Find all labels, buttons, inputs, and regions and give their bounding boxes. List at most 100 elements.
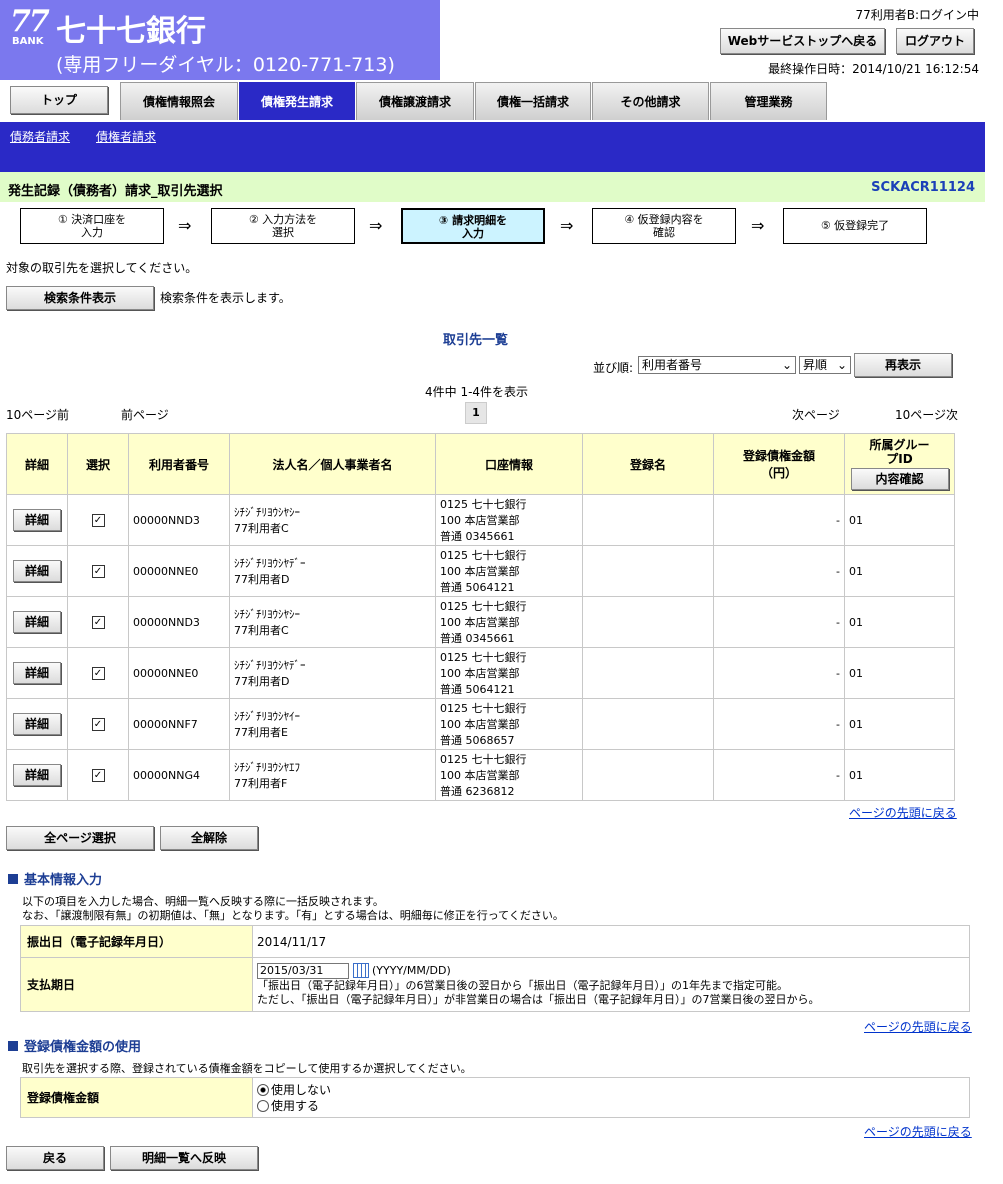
col-user-number: 利用者番号 [128, 433, 230, 495]
tab-claim-issue[interactable]: 債権発生請求 [239, 82, 355, 120]
radio-use[interactable]: 使用する [257, 1098, 965, 1114]
table-row: 詳細 ✓ 00000NND3 ｼﾁｼﾞﾁﾘﾖｳｼﾔｼｰ 77利用者C 0125 七… [6, 494, 955, 546]
detail-button[interactable]: 詳細 [13, 764, 61, 786]
due-date-label: 支払期日 [20, 957, 253, 1012]
tab-admin[interactable]: 管理業務 [710, 82, 827, 120]
step-arrow: ⇒ [751, 216, 765, 235]
detail-button[interactable]: 詳細 [13, 560, 61, 582]
col-select: 選択 [67, 433, 129, 495]
basic-info-form: 振出日（電子記録年月日） 2014/11/17 支払期日 2015/03/31 … [20, 925, 970, 1012]
tab-claim-bulk[interactable]: 債権一括請求 [475, 82, 591, 120]
clear-all-button[interactable]: 全解除 [160, 826, 258, 850]
web-service-top-button[interactable]: Webサービストップへ戻る [720, 28, 885, 54]
due-date-note-1: 「振出日（電子記録年月日）」の6営業日後の翌日から「振出日（電子記録年月日）」の… [257, 978, 788, 992]
table-row: 詳細 ✓ 00000NNF7 ｼﾁｼﾞﾁﾘﾖｳｼﾔｲｰ 77利用者E 0125 七… [6, 698, 955, 750]
col-group-id: 所属グループID 内容確認 [844, 433, 955, 495]
calendar-icon[interactable] [352, 963, 369, 978]
user-number: 00000NNF7 [128, 698, 230, 750]
registered-name [582, 494, 714, 546]
tab-claim-transfer[interactable]: 債権譲渡請求 [356, 82, 474, 120]
col-registered-amount: 登録債権金額（円） [713, 433, 845, 495]
logout-button[interactable]: ログアウト [896, 28, 974, 54]
search-description: 検索条件を表示します。 [160, 291, 291, 305]
detail-button[interactable]: 詳細 [13, 662, 61, 684]
list-title: 取引先一覧 [443, 333, 509, 348]
amount-use-heading: 登録債権金額の使用 [8, 1036, 141, 1055]
pager-next: 次ページ [792, 408, 840, 422]
company-kana: ｼﾁｼﾞﾁﾘﾖｳｼﾔﾃﾞｰ [234, 557, 306, 570]
chevron-down-icon: ⌄ [781, 358, 792, 372]
redisplay-button[interactable]: 再表示 [854, 353, 952, 377]
login-status: 77利用者B:ログイン中 [855, 8, 979, 22]
company-kana: ｼﾁｼﾞﾁﾘﾖｳｼﾔｼｰ [234, 608, 300, 621]
registered-name [582, 647, 714, 699]
sort-field-select[interactable]: 利用者番号 ⌄ [638, 356, 796, 374]
page-top-link[interactable]: ページの先頭に戻る [864, 1123, 972, 1140]
user-number: 00000NNE0 [128, 545, 230, 597]
group-id: 01 [844, 596, 955, 648]
sort-order-select[interactable]: 昇順 ⌄ [799, 356, 851, 374]
select-checkbox[interactable]: ✓ [91, 667, 105, 680]
detail-button[interactable]: 詳細 [13, 611, 61, 633]
company-name: 77利用者C [234, 522, 289, 535]
group-id: 01 [844, 545, 955, 597]
registered-name [582, 698, 714, 750]
step-1: ① 決済口座を 入力 [20, 208, 164, 244]
registered-amount: - [713, 698, 845, 750]
select-checkbox[interactable]: ✓ [91, 718, 105, 731]
group-confirm-button[interactable]: 内容確認 [850, 468, 949, 490]
page-top-link[interactable]: ページの先頭に戻る [864, 1018, 972, 1035]
company-kana: ｼﾁｼﾞﾁﾘﾖｳｼﾔｴﾌ [234, 761, 300, 774]
detail-button[interactable]: 詳細 [13, 713, 61, 735]
user-number: 00000NNE0 [128, 647, 230, 699]
select-checkbox[interactable]: ✓ [91, 565, 105, 578]
tab-top[interactable]: トップ [10, 86, 108, 114]
pager-next10: 10ページ次 [895, 408, 959, 422]
instruction-text: 対象の取引先を選択してください。 [6, 261, 198, 275]
basic-info-heading: 基本情報入力 [8, 869, 102, 888]
section-marker-icon [8, 874, 18, 884]
page-top-link[interactable]: ページの先頭に戻る [849, 804, 957, 821]
result-count: 4件中 1-4件を表示 [425, 385, 529, 399]
select-checkbox[interactable]: ✓ [91, 769, 105, 782]
pager-prev: 前ページ [121, 408, 169, 422]
select-checkbox[interactable]: ✓ [91, 616, 105, 629]
company-name: 77利用者E [234, 726, 288, 739]
logo-bank-text: BANK [12, 36, 44, 47]
table-row: 詳細 ✓ 00000NND3 ｼﾁｼﾞﾁﾘﾖｳｼﾔｼｰ 77利用者C 0125 七… [6, 596, 955, 648]
group-id: 01 [844, 698, 955, 750]
tab-other-requests[interactable]: その他請求 [592, 82, 709, 120]
registered-name [582, 596, 714, 648]
select-checkbox[interactable]: ✓ [91, 514, 105, 527]
user-number: 00000NND3 [128, 596, 230, 648]
tab-claim-inquiry[interactable]: 債権情報照会 [120, 82, 238, 120]
table-header-row: 詳細 選択 利用者番号 法人名／個人事業者名 口座情報 登録名 登録債権金額（円… [6, 433, 955, 495]
due-date-note-2: ただし、「振出日（電子記録年月日）」が非営業日の場合は「振出日（電子記録年月日）… [257, 992, 820, 1006]
bank-logo: 77 BANK 七十七銀行 (専用フリーダイヤル：0120-771-713) [0, 0, 440, 80]
page-title: 発生記録（債務者）請求_取引先選択 [8, 184, 223, 199]
due-date-input[interactable]: 2015/03/31 [257, 962, 349, 979]
step-arrow: ⇒ [178, 216, 192, 235]
detail-button[interactable]: 詳細 [13, 509, 61, 531]
partner-table: 詳細 選択 利用者番号 法人名／個人事業者名 口座情報 登録名 登録債権金額（円… [6, 433, 955, 801]
subnav-creditor-request[interactable]: 債権者請求 [96, 128, 156, 145]
reflect-to-details-button[interactable]: 明細一覧へ反映 [110, 1146, 258, 1170]
company-kana: ｼﾁｼﾞﾁﾘﾖｳｼﾔｼｰ [234, 506, 300, 519]
show-search-conditions-button[interactable]: 検索条件表示 [6, 286, 154, 310]
registered-amount: - [713, 494, 845, 546]
issue-date-label: 振出日（電子記録年月日） [20, 925, 253, 958]
company-name: 77利用者D [234, 675, 290, 688]
back-button[interactable]: 戻る [6, 1146, 104, 1170]
section-marker-icon [8, 1041, 18, 1051]
radio-not-use[interactable]: 使用しない [257, 1082, 965, 1098]
step-3-current: ③ 請求明細を 入力 [401, 208, 545, 244]
select-all-pages-button[interactable]: 全ページ選択 [6, 826, 154, 850]
pager-page-1[interactable]: 1 [465, 402, 487, 424]
group-id: 01 [844, 494, 955, 546]
subnav-debtor-request[interactable]: 債務者請求 [10, 128, 70, 145]
registered-name [582, 749, 714, 801]
user-number: 00000NND3 [128, 494, 230, 546]
sort-label: 並び順: [593, 361, 634, 375]
amount-use-form: 登録債権金額 使用しない 使用する [20, 1077, 970, 1118]
registered-amount: - [713, 596, 845, 648]
